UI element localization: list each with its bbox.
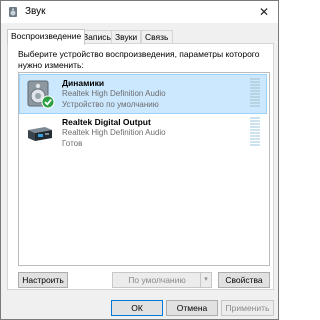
device-status: Готов bbox=[62, 139, 83, 148]
close-button[interactable]: ✕ bbox=[256, 4, 272, 20]
cancel-button[interactable]: Отмена bbox=[166, 300, 218, 316]
configure-button[interactable]: Настроить bbox=[18, 272, 68, 288]
chevron-down-icon: ▾ bbox=[200, 273, 211, 287]
apply-button[interactable]: Применить bbox=[221, 300, 274, 316]
set-default-label: По умолчанию bbox=[128, 275, 186, 285]
sound-dialog: Звук ✕ Воспроизведение Запись Звуки Связ… bbox=[0, 0, 279, 320]
digital-output-icon bbox=[25, 118, 55, 148]
window-title: Звук bbox=[25, 6, 46, 17]
volume-level-meter bbox=[250, 117, 260, 149]
device-status: Устройство по умолчанию bbox=[62, 100, 159, 109]
device-driver: Realtek High Definition Audio bbox=[62, 128, 166, 137]
playback-panel: Выберите устройство воспроизведения, пар… bbox=[7, 43, 274, 290]
ok-button[interactable]: ОК bbox=[111, 300, 163, 316]
device-name: Realtek Digital Output bbox=[62, 117, 151, 127]
speaker-title-icon bbox=[7, 6, 19, 18]
speaker-icon bbox=[25, 79, 55, 109]
instruction-text: Выберите устройство воспроизведения, пар… bbox=[18, 49, 260, 70]
device-name: Динамики bbox=[62, 78, 105, 88]
device-driver: Realtek High Definition Audio bbox=[62, 89, 166, 98]
device-list[interactable]: Динамики Realtek High Definition Audio У… bbox=[18, 72, 270, 266]
properties-button[interactable]: Свойства bbox=[218, 272, 270, 288]
device-item-speakers[interactable]: Динамики Realtek High Definition Audio У… bbox=[19, 74, 267, 114]
set-default-button[interactable]: По умолчанию ▾ bbox=[112, 272, 212, 288]
title-bar: Звук ✕ bbox=[1, 1, 278, 23]
volume-level-meter bbox=[250, 78, 260, 110]
tab-communications[interactable]: Связь bbox=[141, 30, 173, 44]
tab-sounds[interactable]: Звуки bbox=[111, 30, 142, 44]
device-item-digital-output[interactable]: Realtek Digital Output Realtek High Defi… bbox=[20, 114, 266, 152]
tab-playback[interactable]: Воспроизведение bbox=[7, 29, 86, 45]
